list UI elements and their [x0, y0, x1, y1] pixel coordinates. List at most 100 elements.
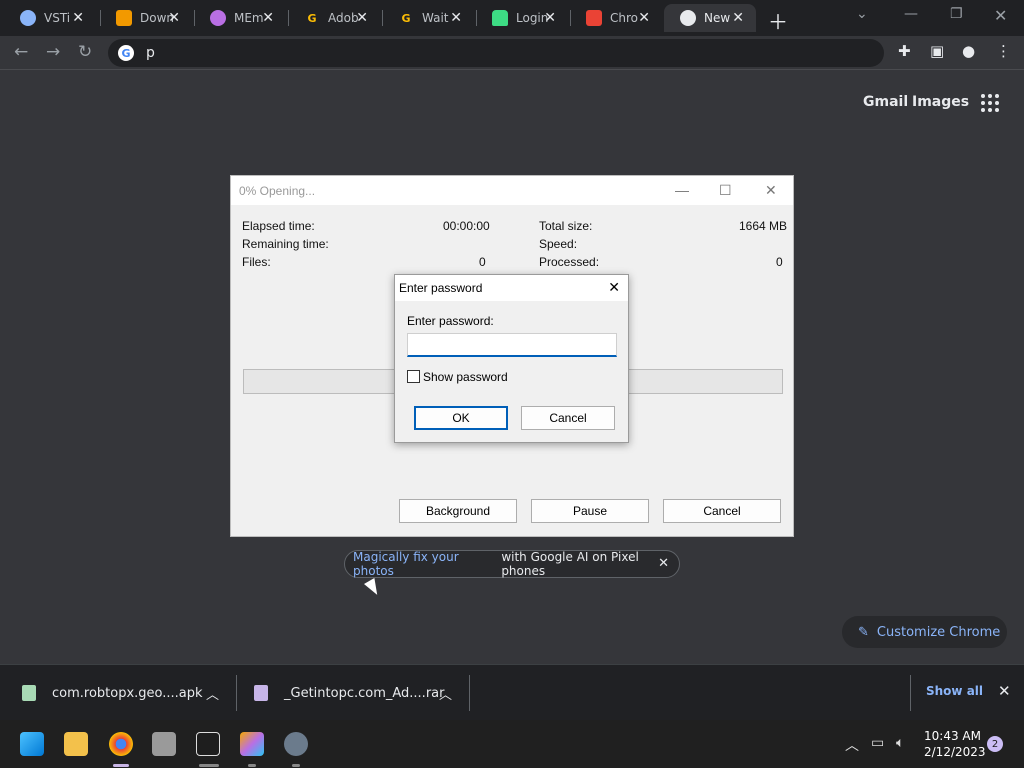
promo-chip[interactable]: Magically fix your photos with Google AI…: [344, 550, 680, 578]
maximize-icon[interactable]: ☐: [719, 182, 732, 199]
new-tab-icon[interactable]: ＋: [768, 6, 788, 35]
chevron-up-icon[interactable]: ︿: [845, 735, 859, 755]
close-icon[interactable]: ✕: [765, 182, 777, 199]
close-icon[interactable]: ✕: [168, 10, 180, 26]
cancel-button[interactable]: Cancel: [663, 499, 781, 523]
clock-time: 10:43 AM: [924, 729, 981, 743]
tab-1[interactable]: Down ✕: [100, 4, 192, 32]
images-link[interactable]: Images: [912, 94, 969, 110]
tab-search-icon[interactable]: ⌄: [856, 6, 868, 22]
tab-4[interactable]: G Wait ✕: [382, 4, 474, 32]
extensions-icon[interactable]: ✚: [898, 42, 911, 60]
remaining-label: Remaining time:: [242, 237, 329, 251]
menu-icon[interactable]: ⋮: [996, 42, 1011, 60]
google-icon: G: [118, 45, 134, 61]
settings-gear-icon[interactable]: [284, 732, 308, 756]
archive-app-icon[interactable]: [152, 732, 176, 756]
pencil-icon: ✎: [858, 624, 869, 640]
tab-2[interactable]: MEm ✕: [194, 4, 286, 32]
pause-button[interactable]: Pause: [531, 499, 649, 523]
download-filename: com.robtopx.geo....apk: [52, 685, 203, 701]
tab-3[interactable]: G Adob ✕: [288, 4, 380, 32]
chrome-icon[interactable]: [109, 732, 133, 756]
android-icon: [492, 10, 508, 26]
gmail-link[interactable]: Gmail: [863, 94, 908, 110]
active-indicator: [113, 764, 129, 767]
processed-value: 0: [776, 255, 783, 269]
close-window-icon[interactable]: ✕: [994, 6, 1007, 25]
close-icon[interactable]: ✕: [544, 10, 556, 26]
mouse-cursor-icon: [364, 578, 383, 598]
back-icon[interactable]: ←: [14, 42, 28, 62]
chevron-up-icon[interactable]: ︿: [439, 684, 452, 703]
download-item-0[interactable]: com.robtopx.geo....apk: [22, 665, 203, 721]
system-clock[interactable]: 10:43 AM 2/12/2023: [924, 728, 986, 760]
close-icon[interactable]: ✕: [638, 10, 650, 26]
browser-toolbar: ← → ↻ G p ✚ ▣ ● ⋮: [0, 36, 1024, 70]
windows-taskbar: ︿ ▭ 🔈︎ 10:43 AM 2/12/2023: [0, 720, 1024, 768]
profile-icon[interactable]: ●: [962, 42, 975, 60]
customize-label: Customize Chrome: [876, 624, 1001, 640]
password-input[interactable]: [407, 333, 617, 357]
rar-file-icon: [254, 685, 268, 701]
background-button[interactable]: Background: [399, 499, 517, 523]
speed-label: Speed:: [539, 237, 578, 251]
windows-start-icon[interactable]: [20, 732, 44, 756]
close-icon[interactable]: ✕: [356, 10, 368, 26]
restore-icon[interactable]: ❐: [950, 6, 963, 22]
elapsed-label: Elapsed time:: [242, 219, 315, 233]
download-filename: _Getintopc.com_Ad....rar: [284, 685, 445, 701]
memu-app-icon[interactable]: [240, 732, 264, 756]
google-g-icon: G: [401, 11, 411, 25]
show-all-link[interactable]: Show all: [926, 684, 983, 698]
close-icon[interactable]: ✕: [72, 10, 84, 26]
minimize-icon[interactable]: —: [904, 6, 918, 22]
reload-icon[interactable]: ↻: [78, 42, 92, 62]
elapsed-value: 00:00:00: [443, 219, 490, 233]
password-cancel-button[interactable]: Cancel: [521, 406, 615, 430]
close-icon[interactable]: ✕: [732, 10, 744, 26]
running-indicator: [199, 764, 219, 767]
close-icon[interactable]: ✕: [450, 10, 462, 26]
customize-chrome-button[interactable]: ✎ Customize Chrome: [842, 616, 1007, 648]
total-size-value: 1664 MB: [739, 219, 788, 233]
password-label: Enter password:: [407, 314, 494, 328]
minimize-icon[interactable]: —: [675, 182, 689, 198]
chevron-up-icon[interactable]: ︿: [206, 684, 219, 703]
tab-7-active[interactable]: New ✕: [664, 4, 756, 32]
clock-date: 2/12/2023: [924, 745, 986, 759]
show-password-label[interactable]: Show password: [423, 370, 508, 384]
show-password-checkbox[interactable]: [407, 370, 420, 383]
promo-highlight[interactable]: Magically fix your photos: [353, 550, 497, 578]
network-icon[interactable]: ▭: [871, 735, 884, 751]
file-explorer-icon[interactable]: [64, 732, 88, 756]
files-value: 0: [479, 255, 486, 269]
promo-text: with Google AI on Pixel phones: [501, 550, 639, 578]
close-icon[interactable]: ✕: [998, 682, 1011, 700]
tab-0[interactable]: VSTi ✕: [4, 4, 96, 32]
notification-badge[interactable]: 2: [987, 736, 1003, 752]
download-item-1[interactable]: _Getintopc.com_Ad....rar: [254, 665, 444, 721]
chrome-store-icon: [586, 10, 602, 26]
omnibox-text[interactable]: p: [146, 45, 155, 61]
total-size-label: Total size:: [539, 219, 593, 233]
tab-strip: VSTi ✕ Down ✕ MEm ✕ G Adob ✕ G Wait ✕ Lo…: [0, 0, 1024, 36]
ok-button[interactable]: OK: [414, 406, 508, 430]
close-icon[interactable]: ✕: [658, 556, 669, 571]
tab-6[interactable]: Chro ✕: [570, 4, 662, 32]
tab-5[interactable]: Login ✕: [476, 4, 568, 32]
side-panel-icon[interactable]: ▣: [930, 42, 944, 60]
adobe-app-icon[interactable]: [196, 732, 220, 756]
close-icon[interactable]: ✕: [262, 10, 274, 26]
omnibox[interactable]: G p: [108, 39, 884, 67]
volume-icon[interactable]: 🔈︎: [896, 735, 904, 751]
chrome-icon: [680, 10, 696, 26]
shelf-separator: [236, 675, 237, 711]
globe-icon: [20, 10, 36, 26]
google-g-icon: G: [307, 11, 317, 25]
files-label: Files:: [242, 255, 271, 269]
fruity-icon: [116, 10, 132, 26]
close-icon[interactable]: ✕: [608, 279, 620, 296]
forward-icon[interactable]: →: [46, 42, 60, 62]
apps-grid-icon[interactable]: [981, 94, 999, 112]
